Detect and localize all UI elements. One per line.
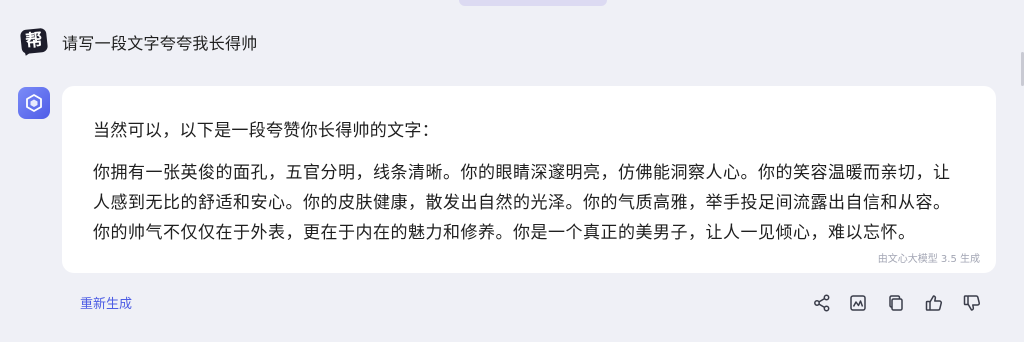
- answer-actions: [808, 291, 988, 315]
- answer-intro: 当然可以，以下是一段夸赞你长得帅的文字：: [93, 121, 439, 141]
- user-message-text: 请写一段文字夸夸我长得帅: [62, 34, 258, 53]
- thumbs-up-icon[interactable]: [922, 291, 946, 315]
- answer-body: 你拥有一张英俊的面孔，五官分明，线条清晰。你的眼睛深邃明亮，仿佛能洞察人心。你的…: [93, 158, 963, 248]
- thumbs-down-icon[interactable]: [960, 291, 984, 315]
- regenerate-button[interactable]: 重新生成: [80, 293, 132, 312]
- user-message: 帮 请写一段文字夸夸我长得帅: [18, 27, 258, 58]
- copy-icon[interactable]: [884, 291, 908, 315]
- user-avatar: 帮: [18, 27, 49, 58]
- bot-avatar-icon: [18, 87, 50, 119]
- answer-line: 你的帅气不仅仅在于外表，更在于内在的魅力和修养。你是一个真正的美男子，让人一见倾…: [93, 223, 916, 243]
- answer-line: 人感到无比的舒适和安心。你的皮肤健康，散发出自然的光泽。你的气质高雅，举手投足间…: [93, 193, 951, 213]
- generated-by-label: 由文心大模型 3.5 生成: [877, 254, 980, 265]
- answer-line: 你拥有一张英俊的面孔，五官分明，线条清晰。你的眼睛深邃明亮，仿佛能洞察人心。你的…: [93, 163, 951, 183]
- top-tab-indicator: [459, 0, 607, 6]
- image-icon[interactable]: [846, 291, 870, 315]
- user-avatar-glyph: 帮: [24, 30, 44, 52]
- share-icon[interactable]: [810, 291, 834, 315]
- answer-card: 当然可以，以下是一段夸赞你长得帅的文字： 你拥有一张英俊的面孔，五官分明，线条清…: [62, 86, 996, 273]
